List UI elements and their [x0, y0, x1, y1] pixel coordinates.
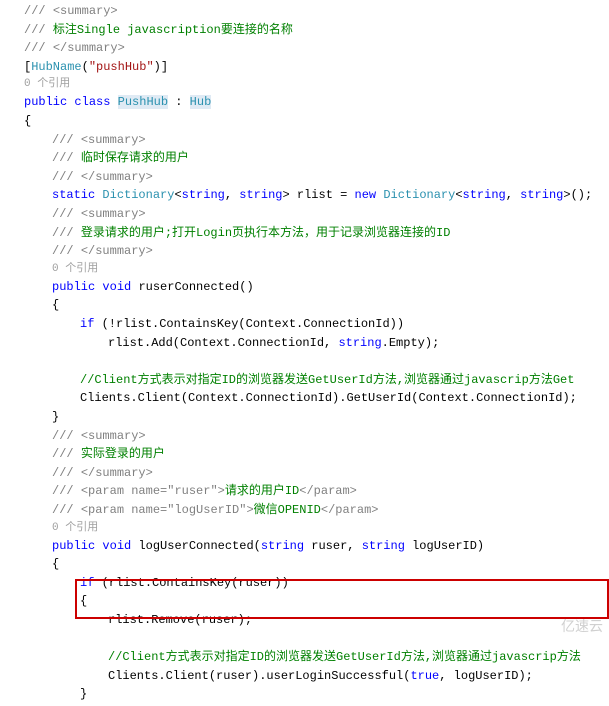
code-line: /// 登录请求的用户;打开Login页执行本方法，用于记录浏览器连接的ID	[24, 224, 607, 243]
code-line: public class PushHub : Hub	[24, 93, 607, 112]
brace-close: }	[24, 685, 607, 704]
code-line: /// 临时保存请求的用户	[24, 149, 607, 168]
code-line: if (rlist.ContainsKey(ruser))	[24, 574, 607, 593]
brace-open: {	[24, 592, 607, 611]
code-line: /// 实际登录的用户	[24, 445, 607, 464]
code-line: /// </summary>	[24, 464, 607, 483]
code-line: /// </summary>	[24, 39, 607, 58]
code-line: /// <summary>	[24, 2, 607, 21]
code-line: /// <param name="ruser">请求的用户ID</param>	[24, 482, 607, 501]
doc-slash: ///	[24, 4, 53, 18]
code-line: rlist.Remove(ruser);	[24, 611, 607, 630]
code-line: rlist.Add(Context.ConnectionId, string.E…	[24, 334, 607, 353]
code-line: /// </summary>	[24, 242, 607, 261]
doc-slash: ///	[24, 23, 53, 37]
method-name: ruserConnected()	[138, 280, 253, 294]
class-name: PushHub	[118, 95, 168, 109]
string-literal: "pushHub"	[89, 60, 154, 74]
base-class: Hub	[190, 95, 212, 109]
code-line: /// <summary>	[24, 205, 607, 224]
doc-tag: </summary>	[53, 41, 125, 55]
code-line: /// <param name="logUserID">微信OPENID</pa…	[24, 501, 607, 520]
doc-tag: <summary>	[53, 4, 118, 18]
attribute-name: HubName	[31, 60, 81, 74]
code-line: public void ruserConnected()	[24, 278, 607, 297]
comment-line: //Client方式表示对指定ID的浏览器发送GetUserId方法,浏览器通过…	[24, 371, 607, 390]
brace-open: {	[24, 112, 607, 131]
code-line: /// 标注Single javascription要连接的名称	[24, 21, 607, 40]
code-line: /// <summary>	[24, 131, 607, 150]
doc-text: 标注Single javascription要连接的名称	[53, 23, 293, 37]
highlighted-code-line: Clients.Client(ruser).userLoginSuccessfu…	[24, 667, 607, 686]
blank-line	[24, 630, 607, 649]
keyword: public	[24, 95, 67, 109]
code-line: if (!rlist.ContainsKey(Context.Connectio…	[24, 315, 607, 334]
code-line: /// </summary>	[24, 168, 607, 187]
code-line: [HubName("pushHub")]	[24, 58, 607, 77]
code-line: Clients.Client(Context.ConnectionId).Get…	[24, 389, 607, 408]
blank-line	[24, 352, 607, 371]
brace-close: }	[24, 408, 607, 427]
code-line: static Dictionary<string, string> rlist …	[24, 186, 607, 205]
comment-line: //Client方式表示对指定ID的浏览器发送GetUserId方法,浏览器通过…	[24, 648, 607, 667]
doc-slash: ///	[24, 41, 53, 55]
code-line: public void logUserConnected(string ruse…	[24, 537, 607, 556]
code-line: /// <summary>	[24, 427, 607, 446]
brace-open: {	[24, 555, 607, 574]
codelens-references[interactable]: 0 个引用	[24, 76, 607, 93]
codelens-references[interactable]: 0 个引用	[24, 261, 607, 278]
method-name: logUserConnected(	[138, 539, 260, 553]
keyword: class	[74, 95, 110, 109]
codelens-references[interactable]: 0 个引用	[24, 520, 607, 537]
code-editor-view: /// <summary> /// 标注Single javascription…	[0, 0, 609, 706]
brace-open: {	[24, 296, 607, 315]
